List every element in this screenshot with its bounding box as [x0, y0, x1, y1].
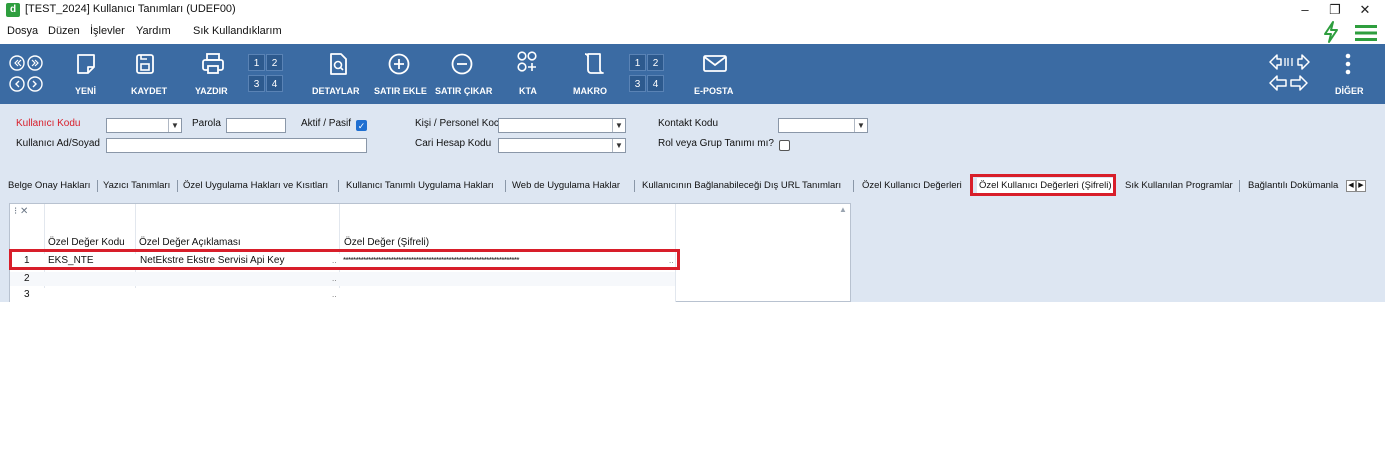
- tab-kullanici-tanimli-uygulama[interactable]: Kullanıcı Tanımlı Uygulama Hakları: [346, 178, 494, 194]
- tab-scroll-left-icon[interactable]: ◀: [1346, 180, 1356, 192]
- column-header-code[interactable]: Özel Değer Kodu: [48, 237, 125, 248]
- print-button-label[interactable]: YAZDIR: [195, 86, 228, 96]
- person-code-combo[interactable]: ▼: [498, 118, 626, 133]
- filter-panel: Kullanıcı Kodu ▼ Parola Aktif / Pasif ✓ …: [0, 104, 1385, 176]
- tab-baglantili-dokumanlar[interactable]: Bağlantılı Dokümanla: [1248, 178, 1348, 194]
- tab-dis-url-tanimlari[interactable]: Kullanıcının Bağlanabileceği Dış URL Tan…: [642, 178, 841, 194]
- record-navigation-icon[interactable]: [1267, 52, 1313, 92]
- table-row[interactable]: 2 ..: [10, 272, 675, 286]
- password-input[interactable]: [226, 118, 286, 133]
- password-label: Parola: [192, 118, 221, 129]
- print-slot-1[interactable]: 1: [248, 54, 265, 71]
- tab-separator: [97, 180, 98, 192]
- window-title: [TEST_2024] Kullanıcı Tanımları (UDEF00): [25, 3, 236, 15]
- row-number: 3: [24, 289, 30, 300]
- more-vertical-icon[interactable]: [1342, 52, 1354, 76]
- tab-separator: [634, 180, 635, 192]
- chevron-down-icon[interactable]: ▼: [612, 119, 625, 132]
- details-icon[interactable]: [326, 52, 350, 76]
- active-passive-checkbox[interactable]: ✓: [356, 120, 367, 131]
- tab-separator: [338, 180, 339, 192]
- toolbar: YENİ KAYDET YAZDIR 1 2 3 4 DETAYLAR SATI…: [0, 44, 1385, 104]
- chevron-down-icon[interactable]: ▼: [168, 119, 181, 132]
- print-slot-2[interactable]: 2: [266, 54, 283, 71]
- macro-slot-1[interactable]: 1: [629, 54, 646, 71]
- app-icon: d: [6, 3, 20, 17]
- email-button-label[interactable]: E-POSTA: [694, 86, 733, 96]
- close-button[interactable]: ✕: [1350, 0, 1380, 20]
- scroll-up-icon[interactable]: ▲: [839, 205, 847, 214]
- hamburger-menu-icon[interactable]: [1354, 24, 1378, 42]
- active-tab-highlight: [970, 174, 1116, 196]
- macro-slot-4[interactable]: 4: [647, 75, 664, 92]
- column-header-description[interactable]: Özel Değer Açıklaması: [139, 237, 241, 248]
- grid-options-icon[interactable]: ⁝ ✕: [14, 206, 28, 217]
- cell-ellipsis[interactable]: ..: [332, 272, 336, 286]
- macro-slot-2[interactable]: 2: [647, 54, 664, 71]
- account-code-combo[interactable]: ▼: [498, 138, 626, 153]
- role-group-label: Rol veya Grup Tanımı mı?: [658, 138, 774, 149]
- table-row[interactable]: 3 ..: [10, 288, 675, 302]
- print-slot-4[interactable]: 4: [266, 75, 283, 92]
- column-header-encrypted-value[interactable]: Özel Değer (Şifreli): [344, 237, 429, 248]
- minus-circle-icon[interactable]: [450, 52, 474, 76]
- grid-empty-area: [851, 203, 1367, 302]
- kta-button-label[interactable]: KTA: [519, 86, 537, 96]
- mail-icon[interactable]: [702, 53, 728, 75]
- more-button-label[interactable]: DİĞER: [1335, 86, 1364, 96]
- menu-dosya[interactable]: Dosya: [7, 25, 38, 37]
- selected-row-highlight: [9, 249, 680, 270]
- row-number: 2: [24, 273, 30, 284]
- kta-icon[interactable]: [515, 50, 539, 76]
- tab-sik-kullanilan-programlar[interactable]: Sık Kullanılan Programlar: [1125, 178, 1233, 194]
- macro-button-label[interactable]: MAKRO: [573, 86, 607, 96]
- tab-separator: [177, 180, 178, 192]
- user-code-combo[interactable]: ▼: [106, 118, 182, 133]
- contact-code-combo[interactable]: ▼: [778, 118, 868, 133]
- menu-sik-kullandiklarim[interactable]: Sık Kullandıklarım: [193, 25, 282, 37]
- save-icon[interactable]: [133, 52, 157, 76]
- print-slot-3[interactable]: 3: [248, 75, 265, 92]
- tab-scroll-right-icon[interactable]: ▶: [1356, 180, 1366, 192]
- role-group-checkbox[interactable]: [779, 140, 790, 151]
- new-button-label[interactable]: YENİ: [75, 86, 96, 96]
- menu-islevler[interactable]: İşlevler: [90, 25, 125, 37]
- menu-yardim[interactable]: Yardım: [136, 25, 171, 37]
- macro-slot-3[interactable]: 3: [629, 75, 646, 92]
- new-document-icon[interactable]: [74, 52, 98, 76]
- restore-button[interactable]: ❐: [1320, 0, 1350, 20]
- tab-ozel-kullanici-degerleri[interactable]: Özel Kullanıcı Değerleri: [862, 178, 962, 194]
- user-code-label: Kullanıcı Kodu: [16, 118, 81, 129]
- person-code-label: Kişi / Personel Koc: [415, 118, 499, 129]
- tab-yazici-tanimlari[interactable]: Yazıcı Tanımları: [103, 178, 170, 194]
- menu-duzen[interactable]: Düzen: [48, 25, 80, 37]
- user-name-label: Kullanıcı Ad/Soyad: [16, 138, 100, 149]
- tab-web-uygulama-haklar[interactable]: Web de Uygulama Haklar: [512, 178, 620, 194]
- minimize-button[interactable]: –: [1290, 0, 1320, 20]
- details-button-label[interactable]: DETAYLAR: [312, 86, 360, 96]
- tab-belge-onay-haklari[interactable]: Belge Onay Hakları: [8, 178, 90, 194]
- account-code-label: Cari Hesap Kodu: [415, 138, 492, 149]
- chevron-down-icon[interactable]: ▼: [854, 119, 867, 132]
- chevron-down-icon[interactable]: ▼: [612, 139, 625, 152]
- nav-first-prev-icon[interactable]: [8, 54, 48, 94]
- tab-separator: [853, 180, 854, 192]
- printer-icon[interactable]: [200, 52, 226, 76]
- tab-separator: [505, 180, 506, 192]
- tab-separator: [1239, 180, 1240, 192]
- active-passive-label: Aktif / Pasif: [301, 118, 352, 129]
- plus-circle-icon[interactable]: [387, 52, 411, 76]
- save-button-label[interactable]: KAYDET: [131, 86, 167, 96]
- add-row-button-label[interactable]: SATIR EKLE: [374, 86, 427, 96]
- user-name-input[interactable]: [106, 138, 367, 153]
- cell-ellipsis[interactable]: ..: [332, 288, 336, 302]
- contact-code-label: Kontakt Kodu: [658, 118, 719, 129]
- tab-ozel-uygulama-haklari[interactable]: Özel Uygulama Hakları ve Kısıtları: [183, 178, 328, 194]
- remove-row-button-label[interactable]: SATIR ÇIKAR: [435, 86, 492, 96]
- bolt-icon[interactable]: [1320, 20, 1342, 44]
- scroll-icon[interactable]: [582, 51, 606, 77]
